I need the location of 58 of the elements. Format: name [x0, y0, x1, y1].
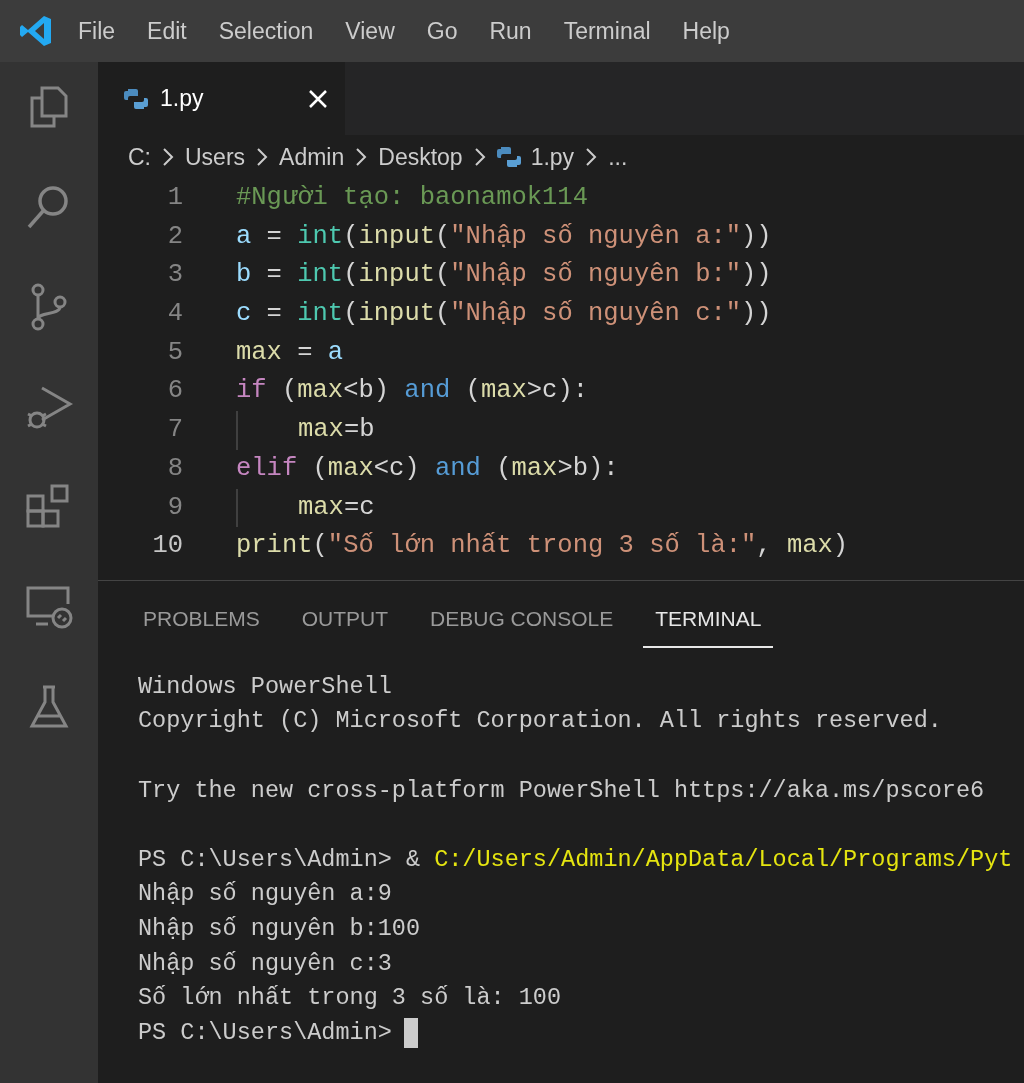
code-line-text: print("Số lớn nhất trong 3 số là:", max)	[236, 530, 849, 563]
line-number: 7	[166, 414, 184, 447]
chevron-icon	[255, 147, 270, 167]
line-number: 5	[166, 336, 184, 369]
menu-item[interactable]: View	[329, 13, 411, 49]
editor-tab[interactable]: 1.py	[98, 62, 346, 135]
panel-tab[interactable]: TERMINAL	[643, 588, 774, 649]
code-line-text: max = a	[236, 336, 344, 369]
line-number: 10	[151, 530, 184, 563]
chevron-icon	[161, 147, 175, 167]
breadcrumb-item[interactable]: Admin	[279, 139, 345, 175]
code-line-text: b = int(input("Nhập số nguyên b:"))	[236, 259, 772, 292]
panel-tab[interactable]: OUTPUT	[289, 588, 401, 649]
terminal-line: PS C:\Users\Admin> & C:/Users/Admin/AppData/Local/Programs/Pyt	[138, 845, 1013, 873]
app-logo-icon	[18, 13, 54, 49]
terminal-line: Nhập số nguyên c:3	[138, 949, 392, 977]
menu-item[interactable]: Go	[410, 13, 474, 49]
terminal-line: Copyright (C) Microsoft Corporation. All rights reserved.	[138, 707, 942, 735]
menu-item[interactable]: Help	[666, 13, 746, 49]
chevron-icon	[354, 147, 369, 167]
breadcrumb-item[interactable]: 1.py	[530, 139, 575, 175]
code-line-text: #Người tạo: baonamok114	[236, 182, 588, 214]
terminal-line: Nhập số nguyên a:9	[138, 880, 392, 908]
code-line-text: elif (max<c) and (max>b):	[236, 452, 619, 485]
menu-item[interactable]: Selection	[202, 13, 330, 49]
panel-tab[interactable]: PROBLEMS	[131, 588, 272, 649]
line-number: 6	[166, 375, 184, 408]
close-icon[interactable]	[307, 87, 330, 110]
panel-tab[interactable]: DEBUG CONSOLE	[418, 588, 626, 649]
code-line-text: a = int(input("Nhập số nguyên a:"))	[236, 220, 772, 253]
chevron-icon	[472, 147, 487, 167]
code-line-text: max=c	[298, 491, 375, 524]
terminal-line: Nhập số nguyên b:100	[138, 915, 421, 943]
terminal-line: PS C:\Users\Admin>	[138, 1018, 392, 1046]
menu-item[interactable]: File	[62, 13, 132, 49]
terminal-line: Windows PowerShell	[138, 672, 392, 700]
terminal-line: Try the new cross-platform PowerShell https://aka.ms/pscore6	[138, 776, 985, 804]
menu-item[interactable]: Run	[473, 13, 548, 49]
breadcrumb-item[interactable]: C:	[128, 139, 151, 175]
code-line-text: c = int(input("Nhập số nguyên c:"))	[236, 298, 772, 331]
terminal-line: Số lớn nhất trong 3 số là: 100	[138, 984, 562, 1012]
line-number: 4	[166, 298, 184, 331]
terminal-cursor	[403, 1017, 418, 1048]
menu-item[interactable]: Terminal	[547, 13, 667, 49]
breadcrumb-item[interactable]: ...	[608, 139, 628, 175]
line-number: 3	[166, 259, 184, 292]
python-file-icon	[496, 145, 521, 169]
line-number: 9	[166, 491, 184, 524]
python-file-icon	[124, 86, 148, 111]
line-number: 1	[166, 182, 184, 214]
breadcrumb-item[interactable]: Desktop	[378, 139, 463, 175]
line-number: 8	[166, 452, 184, 485]
code-line-text: if (max<b) and (max>c):	[236, 375, 589, 408]
line-number: 2	[166, 220, 184, 253]
menu-item[interactable]: Edit	[131, 13, 203, 49]
code-line-text: max=b	[298, 414, 375, 447]
breadcrumb-item[interactable]: Users	[185, 139, 246, 175]
chevron-icon	[584, 147, 599, 167]
